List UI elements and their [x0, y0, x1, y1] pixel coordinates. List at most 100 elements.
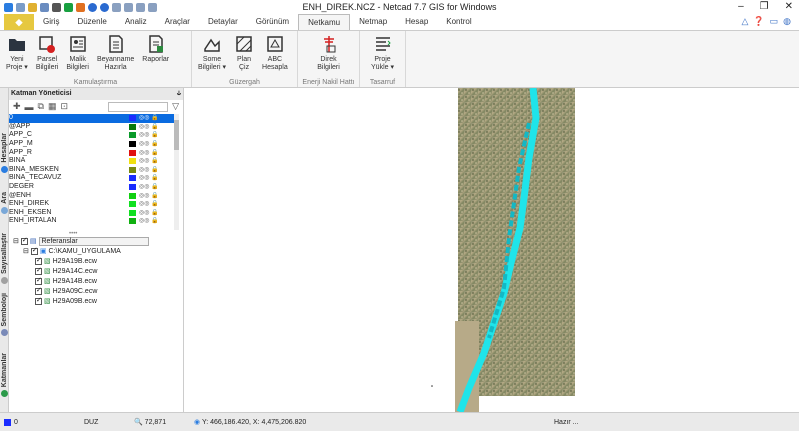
tab-kontrol[interactable]: Kontrol [437, 14, 480, 30]
layer-visibility-lock-icons[interactable]: ◎◎ 🔒 [139, 174, 165, 182]
tab-duzenle[interactable]: Düzenle [68, 14, 115, 30]
info-icon [1, 165, 8, 173]
layer-color-swatch [4, 418, 11, 426]
status-scale-value: 72,871 [144, 419, 167, 426]
layer-row[interactable]: DEGER ◎◎ 🔒 [9, 183, 179, 192]
layer-color-swatch[interactable] [129, 201, 136, 208]
layer-visibility-lock-icons[interactable]: ◎◎ 🔒 [139, 123, 165, 131]
status-layer[interactable]: 0 [0, 418, 80, 426]
layer-row[interactable]: BINA_TECAVUZ ◎◎ 🔒 [9, 174, 179, 183]
tab-hesap[interactable]: Hesap [396, 14, 437, 30]
layer-row[interactable]: BINA ◎◎ 🔒 [9, 157, 179, 166]
collapse-icon[interactable]: ⊟ [13, 237, 19, 245]
layer-visibility-lock-icons[interactable]: ◎◎ 🔒 [139, 166, 165, 174]
layer-color-swatch[interactable] [129, 218, 136, 225]
file-checkbox[interactable] [35, 286, 42, 295]
tab-giris[interactable]: Giriş [34, 14, 68, 30]
folder-checkbox[interactable] [30, 246, 38, 255]
group-label-enerji: Enerji Nakil Hattı [302, 79, 355, 86]
close-button[interactable]: ✕ [785, 1, 793, 12]
file-menu-icon: ◆ [15, 16, 23, 27]
map-canvas[interactable] [184, 87, 799, 414]
collapse-icon[interactable]: ⊟ [23, 247, 29, 255]
layer-props-icon[interactable]: ▦ [48, 101, 57, 112]
tab-araclar[interactable]: Araçlar [156, 14, 199, 30]
layer-color-swatch[interactable] [129, 149, 136, 156]
funnel-icon[interactable]: ▽ [172, 101, 179, 112]
add-layer-icon[interactable]: ✚ [13, 101, 21, 112]
help-icon[interactable]: ❓ [753, 16, 764, 27]
layer-visibility-lock-icons[interactable]: ◎◎ 🔒 [139, 140, 165, 148]
tab-netkamu[interactable]: Netkamu [298, 14, 351, 30]
layer-row[interactable]: BINA_MESKEN ◎◎ 🔒 [9, 166, 179, 175]
reference-file-row[interactable]: ▧H29A14C.ecw [35, 266, 183, 276]
status-scale[interactable]: 🔍 72,871 [130, 418, 190, 426]
root-checkbox[interactable] [20, 236, 28, 245]
layer-row[interactable]: APP_R ◎◎ 🔒 [9, 148, 179, 157]
abc-hesapla-label: ABC Hesapla [262, 56, 288, 71]
tab-analiz[interactable]: Analiz [116, 14, 156, 30]
malik-bilgileri-label: Malik Bilgileri [66, 56, 89, 71]
reference-file-row[interactable]: ▧H29A09C.ecw [35, 286, 183, 296]
layer-color-swatch[interactable] [129, 166, 136, 173]
file-checkbox[interactable] [35, 276, 42, 285]
layer-visibility-lock-icons[interactable]: ◎◎ 🔒 [139, 200, 165, 208]
layer-row[interactable]: @APP ◎◎ 🔒 [9, 123, 179, 132]
reference-file-row[interactable]: ▧H29A09B.ecw [35, 296, 183, 306]
reference-file-row[interactable]: ▧H29A19B.ecw [35, 256, 183, 266]
map-point [431, 385, 433, 387]
layer-name: APP_M [9, 140, 33, 148]
layer-visibility-lock-icons[interactable]: ◎◎ 🔒 [139, 157, 165, 165]
filter-icon[interactable]: ⧉ [38, 101, 44, 112]
layer-color-swatch[interactable] [129, 132, 136, 139]
layer-search-input[interactable] [108, 101, 169, 112]
file-checkbox[interactable] [35, 266, 42, 275]
status-mode[interactable]: DUZ [80, 419, 130, 426]
pin-icon[interactable]: ⫝ [177, 90, 181, 98]
layer-visibility-lock-icons[interactable]: ◎◎ 🔒 [139, 149, 165, 157]
remove-layer-icon[interactable]: ▬ [25, 102, 34, 112]
layer-row[interactable]: ENH_DIREK ◎◎ 🔒 [9, 200, 179, 209]
layer-row[interactable]: APP_M ◎◎ 🔒 [9, 140, 179, 149]
layer-visibility-lock-icons[interactable]: ◎◎ 🔒 [139, 209, 165, 217]
file-checkbox[interactable] [35, 296, 42, 305]
layer-color-swatch[interactable] [129, 192, 136, 199]
file-menu-button[interactable]: ◆ [4, 14, 34, 30]
scrollbar-thumb[interactable] [174, 120, 179, 150]
reference-file-row[interactable]: ▧H29A14B.ecw [35, 276, 183, 286]
layer-visibility-lock-icons[interactable]: ◎◎ 🔒 [139, 131, 165, 139]
minimize-button[interactable]: – [738, 1, 744, 12]
tab-netmap[interactable]: Netmap [350, 14, 396, 30]
layer-visibility-lock-icons[interactable]: ◎◎ 🔒 [139, 183, 165, 191]
layer-color-swatch[interactable] [129, 209, 136, 216]
ribbon-minimize-icon[interactable]: ▭ [770, 16, 779, 27]
lock-icon[interactable]: ⊡ [61, 101, 69, 112]
layer-row[interactable]: ENH_IRTALAN ◎◎ 🔒 [9, 217, 179, 226]
layer-color-swatch[interactable] [129, 123, 136, 130]
tree-folder-label: C:\KAMU_UYGULAMA [48, 247, 121, 255]
layer-color-swatch[interactable] [129, 184, 136, 191]
layer-color-swatch[interactable] [129, 141, 136, 148]
layer-color-swatch[interactable] [129, 175, 136, 182]
layer-row[interactable]: 0 ◎◎ 🔒 [9, 114, 179, 123]
maximize-button[interactable]: ❐ [760, 1, 769, 12]
map-view[interactable] [184, 87, 799, 414]
tree-root-row[interactable]: ⊟ ▤ Referanslar [13, 236, 183, 246]
layer-name: @ENH [9, 191, 31, 199]
tree-folder-row[interactable]: ⊟ ▣ C:\KAMU_UYGULAMA [23, 246, 183, 256]
tab-detaylar[interactable]: Detaylar [199, 14, 247, 30]
file-checkbox[interactable] [35, 256, 42, 265]
layer-list-scrollbar[interactable] [174, 114, 179, 230]
style-icon[interactable]: △ [741, 16, 748, 27]
layer-visibility-lock-icons[interactable]: ◎◎ 🔒 [139, 217, 165, 225]
layer-row[interactable]: @ENH ◎◎ 🔒 [9, 191, 179, 200]
tab-gorunum[interactable]: Görünüm [247, 14, 298, 30]
layer-color-swatch[interactable] [129, 115, 136, 122]
layer-row[interactable]: APP_C ◎◎ 🔒 [9, 131, 179, 140]
layer-color-swatch[interactable] [129, 158, 136, 165]
layer-visibility-lock-icons[interactable]: ◎◎ 🔒 [139, 192, 165, 200]
options-icon[interactable]: ◍ [783, 16, 791, 27]
layer-row[interactable]: ENH_EKSEN ◎◎ 🔒 [9, 209, 179, 218]
layer-visibility-lock-icons[interactable]: ◎◎ 🔒 [139, 114, 165, 122]
raster-file-icon: ▧ [44, 288, 51, 295]
